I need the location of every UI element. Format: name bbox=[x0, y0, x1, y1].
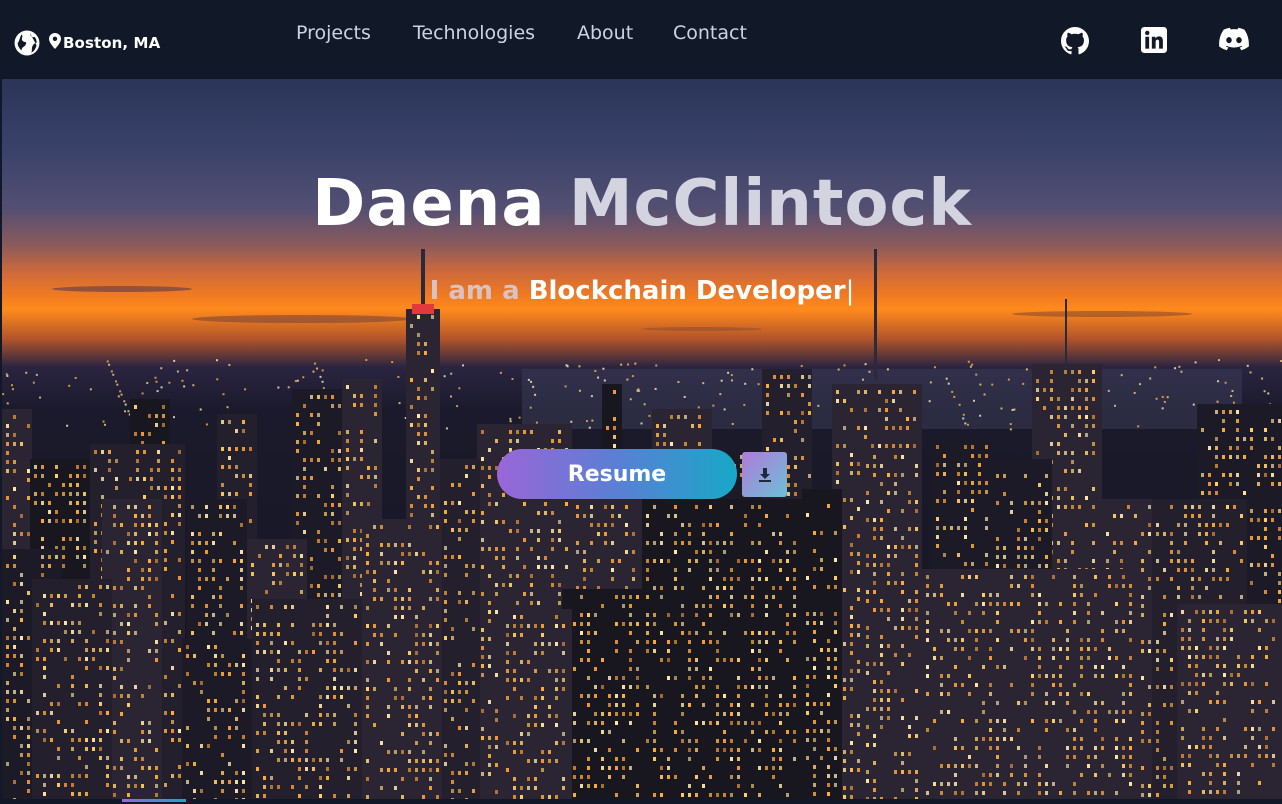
subtitle-role: Blockchain Developer bbox=[528, 276, 846, 306]
download-icon bbox=[758, 467, 771, 482]
hero-last-name: McClintock bbox=[568, 167, 972, 241]
map-pin-icon bbox=[49, 32, 61, 49]
github-icon bbox=[1061, 27, 1089, 55]
github-link[interactable] bbox=[1061, 27, 1089, 55]
resume-button[interactable]: Resume bbox=[497, 449, 737, 499]
location-display: Boston, MA bbox=[14, 30, 160, 56]
nav-link-about[interactable]: About bbox=[577, 22, 633, 44]
scroll-indicator bbox=[122, 799, 186, 802]
globe-icon bbox=[14, 30, 40, 56]
subtitle-prefix: I am a bbox=[429, 276, 520, 306]
hero-first-name: Daena bbox=[312, 167, 546, 241]
hero-subtitle: I am a Blockchain Developer| bbox=[2, 276, 1282, 306]
nav-link-contact[interactable]: Contact bbox=[673, 22, 747, 44]
nav-link-projects[interactable]: Projects bbox=[296, 22, 371, 44]
hero-section: Daena McClintock I am a Blockchain Devel… bbox=[2, 79, 1282, 799]
discord-link[interactable] bbox=[1219, 27, 1249, 51]
discord-icon bbox=[1219, 27, 1249, 51]
linkedin-icon bbox=[1141, 27, 1167, 53]
download-resume-button[interactable] bbox=[742, 452, 787, 497]
linkedin-link[interactable] bbox=[1141, 27, 1167, 53]
hero-title: Daena McClintock bbox=[2, 167, 1282, 241]
bottom-strip bbox=[0, 799, 1282, 804]
location-text: Boston, MA bbox=[63, 34, 161, 52]
navbar: Boston, MA Projects Technologies About C… bbox=[0, 0, 1282, 79]
typing-cursor: | bbox=[845, 276, 855, 306]
nav-link-technologies[interactable]: Technologies bbox=[413, 22, 535, 44]
